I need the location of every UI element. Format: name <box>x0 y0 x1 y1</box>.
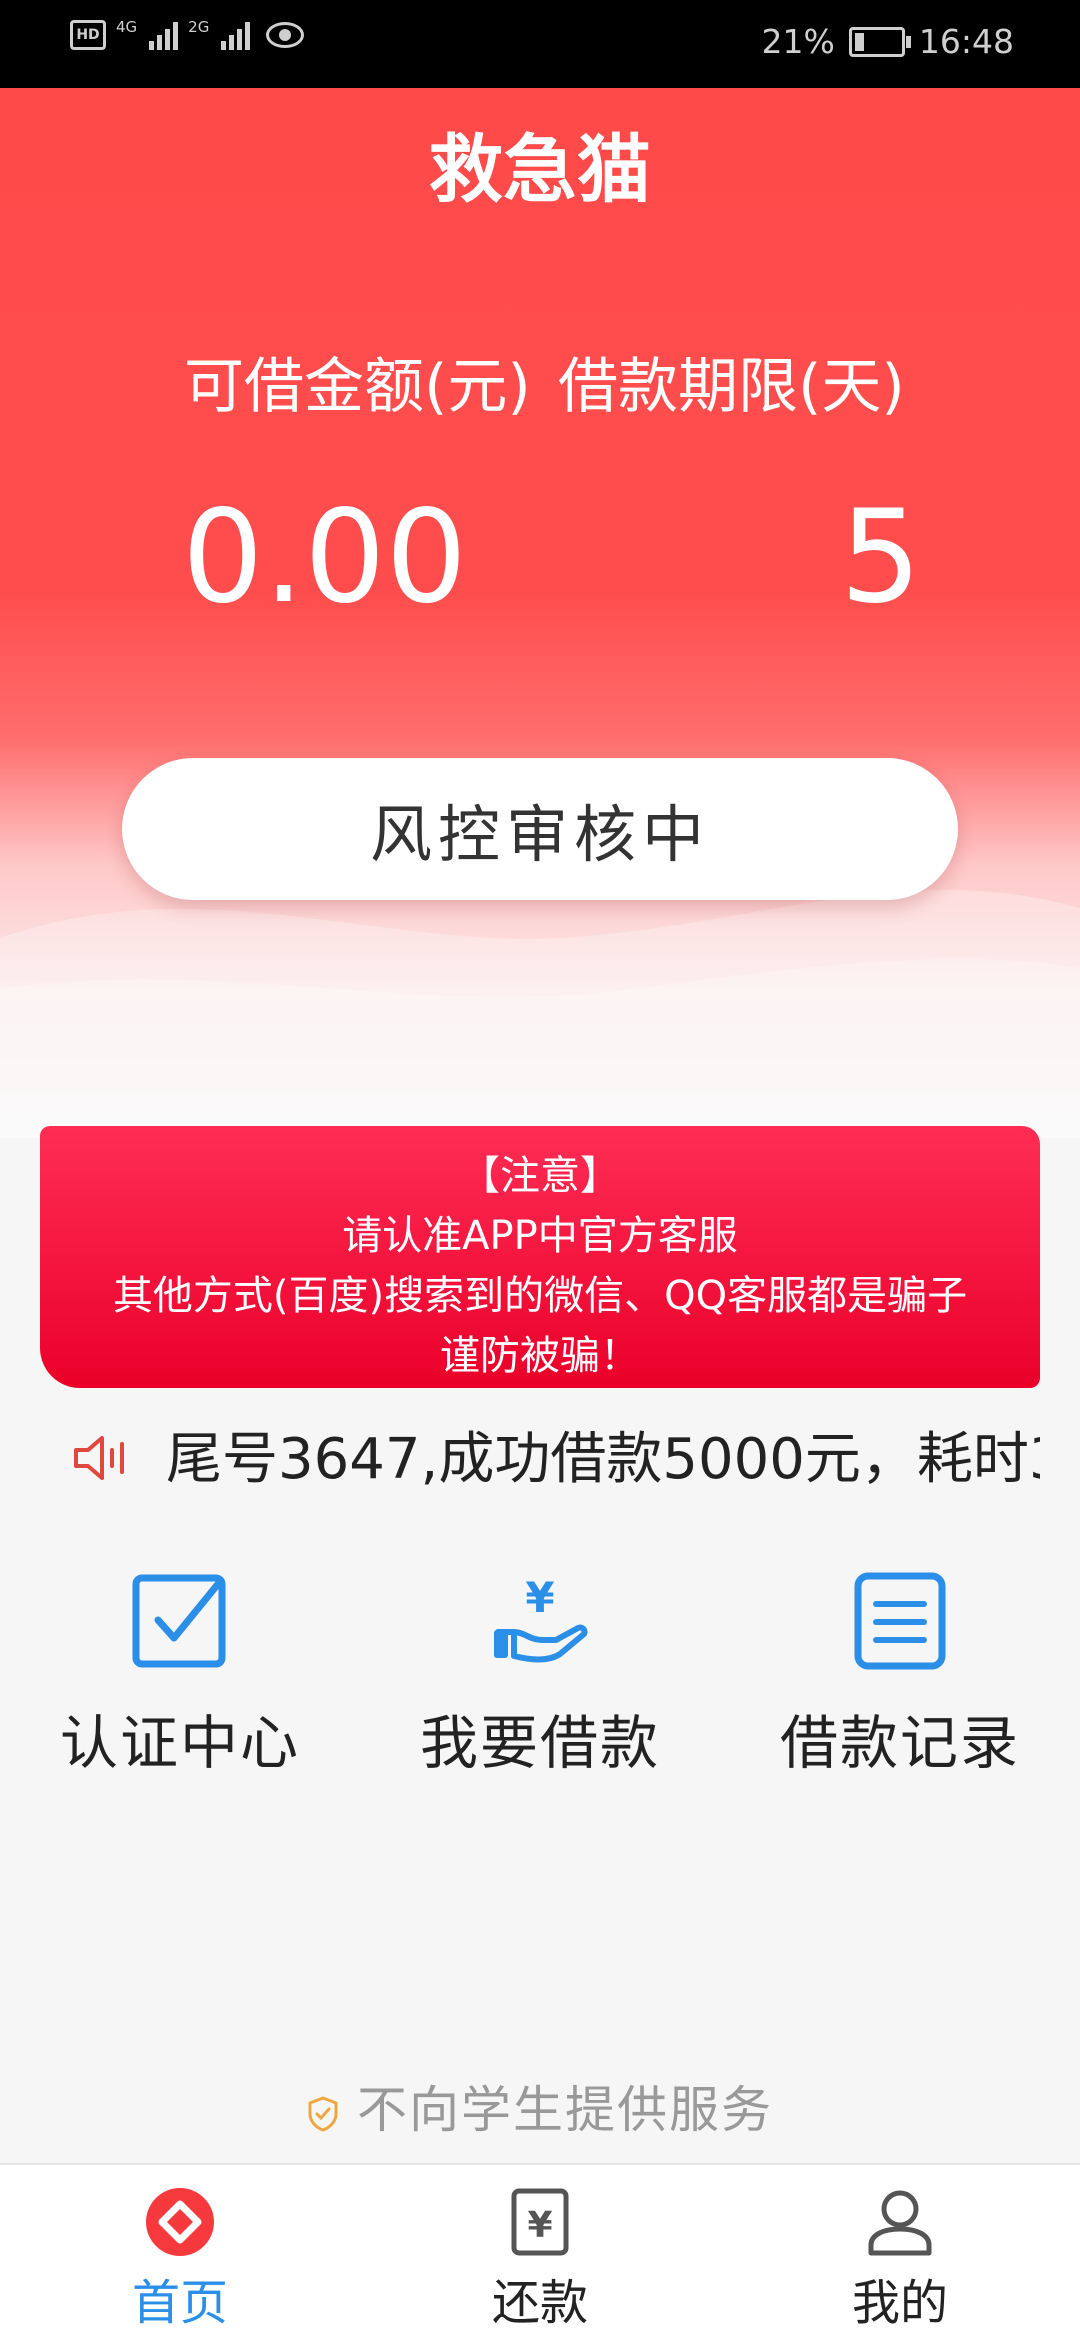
hd-indicator: HD <box>70 20 106 50</box>
menu-label: 认证中心 <box>59 1709 300 1777</box>
tab-label: 还款 <box>491 2275 588 2331</box>
svg-text:¥: ¥ <box>525 1573 554 1622</box>
menu-verification-center[interactable]: 认证中心 <box>20 1568 340 1780</box>
menu-loan-records[interactable]: 借款记录 <box>740 1568 1060 1780</box>
loan-hero: 救急猫 可借金额(元) 借款期限(天) 0.00 5 风控审核中 <box>0 88 1080 1138</box>
tab-mine[interactable]: 我的 <box>790 2183 1010 2333</box>
network-4g-label: 4G <box>116 18 138 36</box>
term-value: 5 <box>840 483 922 632</box>
review-status-button[interactable]: 风控审核中 <box>122 758 958 900</box>
ticker-text: 尾号3647,成功借款5000元，耗时3分钟 <box>166 1427 1040 1492</box>
tab-label: 首页 <box>131 2275 228 2331</box>
student-disclaimer: 不向学生提供服务 <box>0 2070 1080 2142</box>
signal-icon-2 <box>221 20 251 50</box>
disclaimer-text: 不向学生提供服务 <box>357 2081 773 2139</box>
eye-comfort-icon <box>266 22 305 48</box>
shield-check-icon <box>308 2095 338 2132</box>
warning-notice: 【注意】 请认准APP中官方客服 其他方式(百度)搜索到的微信、QQ客服都是骗子… <box>40 1126 1040 1388</box>
speaker-icon <box>74 1436 124 1480</box>
notice-line: 请认准APP中官方客服 <box>342 1213 738 1259</box>
battery-icon <box>848 26 911 57</box>
repay-icon: ¥ <box>511 2188 569 2256</box>
document-list-icon <box>854 1572 946 1670</box>
menu-label: 我要借款 <box>419 1709 660 1777</box>
notice-line: 谨防被骗！ <box>440 1333 640 1379</box>
notice-line: 其他方式(百度)搜索到的微信、QQ客服都是骗子 <box>112 1273 968 1319</box>
battery-fill <box>854 32 864 51</box>
tab-home[interactable]: 首页 <box>70 2183 290 2333</box>
battery-percent: 21% <box>761 22 835 61</box>
app-title: 救急猫 <box>429 127 651 213</box>
user-icon <box>868 2190 932 2256</box>
signal-icon <box>149 20 179 50</box>
notice-title: 【注意】 <box>460 1153 620 1199</box>
term-label: 借款期限(天) <box>558 352 905 422</box>
status-bar: HD 4G 2G 21% 16:48 <box>0 0 1080 88</box>
menu-apply-loan[interactable]: ¥ 我要借款 <box>380 1568 700 1780</box>
checkbox-icon <box>132 1574 226 1668</box>
hand-money-icon: ¥ <box>494 1573 588 1663</box>
home-icon <box>146 2188 214 2256</box>
clock: 16:48 <box>918 22 1014 61</box>
svg-text:¥: ¥ <box>527 2205 552 2246</box>
menu-label: 借款记录 <box>779 1709 1020 1777</box>
tab-label: 我的 <box>851 2275 948 2331</box>
tab-repay[interactable]: ¥ 还款 <box>430 2183 650 2333</box>
network-2g-label: 2G <box>188 18 210 36</box>
loan-ticker: 尾号3647,成功借款5000元，耗时3分钟 <box>60 1412 1040 1512</box>
bottom-tab-bar: 首页 ¥ 还款 我的 <box>0 2163 1080 2342</box>
amount-label: 可借金额(元) <box>184 352 531 422</box>
amount-value: 0.00 <box>182 483 467 632</box>
